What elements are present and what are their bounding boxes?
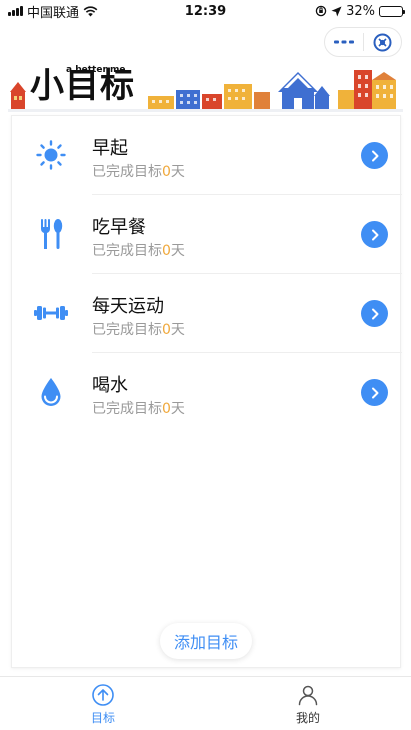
progress-prefix: 已完成目标	[92, 164, 162, 180]
progress-suffix: 天	[170, 243, 185, 259]
chevron-right-icon	[371, 150, 378, 161]
orientation-lock-icon	[315, 5, 327, 17]
close-mini-program-button[interactable]	[364, 28, 402, 56]
chevron-right-icon	[371, 308, 378, 319]
goal-name: 喝水	[92, 375, 128, 396]
goal-progress: 已完成目标0天	[92, 240, 185, 260]
bottom-tab-bar: 目标 我的	[0, 676, 411, 730]
progress-count: 0	[162, 322, 171, 338]
status-right: 32%	[263, 3, 405, 19]
battery-icon	[379, 5, 405, 17]
water-drop-icon	[34, 375, 68, 409]
fork-spoon-icon	[34, 217, 68, 251]
progress-count: 0	[162, 164, 171, 180]
goal-progress: 已完成目标0天	[92, 319, 185, 339]
tab-mine[interactable]: 我的	[278, 683, 338, 726]
arrow-up-circle-icon	[92, 684, 114, 706]
status-time: 12:39	[184, 3, 227, 19]
chevron-right-icon	[371, 229, 378, 240]
carrier-label: 中国联通	[27, 5, 80, 21]
goal-item-exercise[interactable]: 每天运动 已完成目标0天	[12, 274, 402, 353]
progress-prefix: 已完成目标	[92, 401, 162, 417]
battery-percent: 32%	[346, 3, 375, 19]
tab-goals[interactable]: 目标	[73, 683, 133, 726]
sun-icon	[34, 138, 68, 172]
goal-name: 吃早餐	[92, 217, 146, 238]
tab-label: 目标	[90, 711, 115, 725]
goal-detail-button[interactable]	[361, 142, 388, 169]
location-arrow-icon	[331, 6, 342, 16]
goal-name: 早起	[92, 138, 128, 159]
mini-program-capsule	[324, 27, 402, 57]
goal-name: 每天运动	[92, 296, 164, 317]
status-left: 中国联通	[8, 2, 148, 21]
progress-count: 0	[162, 243, 171, 259]
progress-prefix: 已完成目标	[92, 322, 162, 338]
goal-item-early-rise[interactable]: 早起 已完成目标0天	[12, 116, 402, 195]
dumbbell-icon	[34, 296, 68, 330]
tab-label: 我的	[295, 711, 320, 725]
progress-prefix: 已完成目标	[92, 243, 162, 259]
status-bar: 中国联通 12:39 32%	[0, 0, 411, 22]
progress-suffix: 天	[170, 401, 185, 417]
user-icon	[298, 685, 318, 706]
progress-suffix: 天	[170, 322, 185, 338]
progress-count: 0	[162, 401, 171, 417]
add-goal-button[interactable]: 添加目标	[160, 623, 252, 659]
goal-detail-button[interactable]	[361, 300, 388, 327]
goal-list-card: 早起 已完成目标0天 吃早餐 已完成目标0天 每天运动 已完成目标0天 喝水 已…	[11, 115, 402, 668]
goal-item-drink-water[interactable]: 喝水 已完成目标0天	[12, 353, 402, 432]
goal-progress: 已完成目标0天	[92, 398, 185, 418]
wifi-icon	[83, 5, 98, 16]
chevron-right-icon	[371, 387, 378, 398]
more-dots-icon	[333, 40, 354, 44]
goal-detail-button[interactable]	[361, 379, 388, 406]
header-banner: a better me 小目标	[8, 62, 403, 112]
close-circle-icon	[373, 33, 392, 51]
goal-progress: 已完成目标0天	[92, 161, 185, 181]
progress-suffix: 天	[170, 164, 185, 180]
goal-detail-button[interactable]	[361, 221, 388, 248]
app-logo-title: 小目标	[30, 66, 135, 106]
goal-item-breakfast[interactable]: 吃早餐 已完成目标0天	[12, 195, 402, 274]
signal-icon	[8, 6, 23, 16]
more-button[interactable]	[325, 28, 363, 56]
